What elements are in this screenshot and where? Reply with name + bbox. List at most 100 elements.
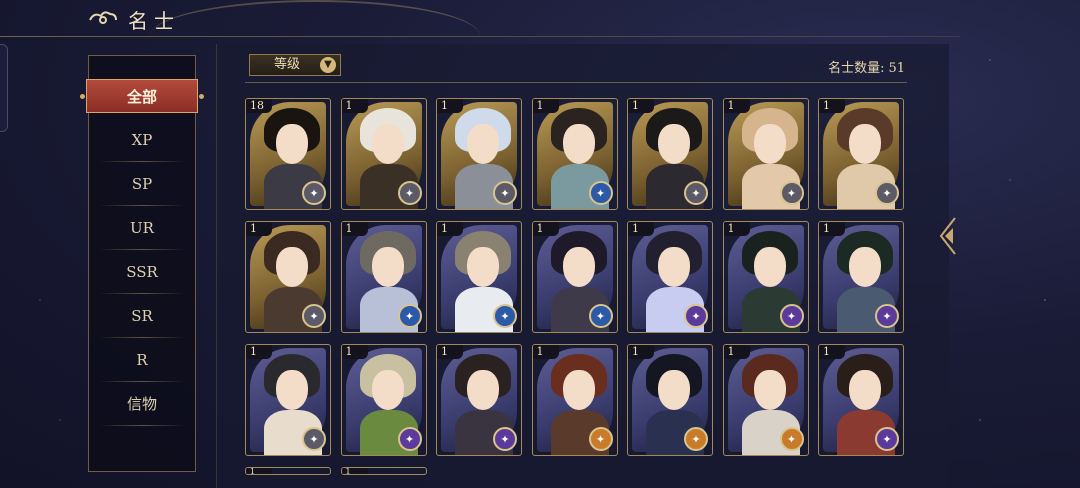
portrait-face bbox=[371, 370, 404, 410]
character-card-partial[interactable]: 1 bbox=[340, 467, 427, 475]
character-list-panel: 等级 ▼ 名士数量: 51 18 ✦ 1 ✦ 1 ✦ 1 ✦ 1 ✦ 1 ✦ 1 ✦ 1 ✦ 1 ✦ 1 ✦ 1 ✦ 1 ✦ 1 ✦… bbox=[216, 44, 949, 488]
filter-r[interactable]: R bbox=[99, 338, 185, 382]
skill-emblem-icon: ✦ bbox=[588, 181, 613, 205]
character-card-partial[interactable]: 1 bbox=[245, 467, 331, 475]
character-card[interactable]: 1 ✦ bbox=[245, 221, 331, 333]
skill-emblem-icon: ✦ bbox=[684, 427, 708, 451]
level-badge: 1 bbox=[437, 99, 463, 113]
header-ornament bbox=[150, 0, 480, 36]
character-card[interactable]: 1 ✦ bbox=[627, 98, 713, 210]
character-card[interactable]: 1 ✦ bbox=[818, 344, 904, 456]
portrait-face bbox=[562, 247, 595, 287]
filter-信物[interactable]: 信物 bbox=[99, 382, 185, 426]
character-card[interactable]: 1 ✦ bbox=[340, 98, 427, 210]
expand-arrow-icon[interactable] bbox=[937, 216, 957, 256]
character-card[interactable]: 1 ✦ bbox=[722, 98, 809, 210]
skill-emblem-icon: ✦ bbox=[397, 427, 422, 451]
skill-emblem-icon: ✦ bbox=[588, 427, 613, 451]
level-badge: 1 bbox=[341, 345, 368, 359]
level-badge: 1 bbox=[723, 345, 750, 359]
character-card[interactable]: 1 ✦ bbox=[722, 344, 809, 456]
collapse-tab[interactable] bbox=[0, 44, 8, 132]
skill-emblem-icon: ✦ bbox=[684, 181, 708, 205]
character-card[interactable]: 1 ✦ bbox=[436, 221, 522, 333]
portrait-face bbox=[658, 124, 690, 164]
character-count: 名士数量: 51 bbox=[824, 57, 905, 76]
skill-emblem-icon: ✦ bbox=[875, 304, 899, 328]
portrait-face bbox=[467, 370, 499, 410]
character-card[interactable]: 1 ✦ bbox=[436, 98, 522, 210]
skill-emblem-icon: ✦ bbox=[779, 427, 804, 451]
filter-ur[interactable]: UR bbox=[99, 206, 185, 250]
level-badge: 1 bbox=[246, 468, 272, 474]
level-badge: 1 bbox=[628, 222, 654, 236]
rarity-filter-panel: 全部 XP SP UR SSR SR R 信物 bbox=[80, 55, 204, 472]
skill-emblem-icon: ✦ bbox=[684, 304, 708, 328]
header-divider bbox=[0, 36, 960, 37]
portrait-face bbox=[467, 247, 499, 287]
portrait-face bbox=[658, 370, 690, 410]
level-badge: 1 bbox=[341, 99, 368, 113]
skill-emblem-icon: ✦ bbox=[397, 304, 422, 328]
level-badge: 1 bbox=[628, 345, 654, 359]
count-label: 名士数量: bbox=[828, 61, 885, 76]
level-badge: 1 bbox=[246, 222, 272, 236]
level-badge: 18 bbox=[246, 99, 272, 113]
level-badge: 1 bbox=[723, 99, 750, 113]
sort-dropdown[interactable]: 等级 ▼ bbox=[249, 54, 341, 76]
portrait-face bbox=[371, 124, 404, 164]
portrait-face bbox=[753, 370, 786, 410]
level-badge: 1 bbox=[341, 222, 368, 236]
skill-emblem-icon: ✦ bbox=[302, 304, 326, 328]
level-badge: 1 bbox=[819, 99, 845, 113]
filter-all[interactable]: 全部 bbox=[80, 79, 204, 113]
filter-sp[interactable]: SP bbox=[99, 162, 185, 206]
skill-emblem-icon: ✦ bbox=[302, 181, 326, 205]
character-card[interactable]: 1 ✦ bbox=[818, 98, 904, 210]
level-badge: 1 bbox=[723, 222, 750, 236]
chevron-down-icon: ▼ bbox=[320, 57, 336, 73]
level-badge: 1 bbox=[437, 222, 463, 236]
skill-emblem-icon: ✦ bbox=[875, 181, 899, 205]
character-card[interactable]: 1 ✦ bbox=[340, 221, 427, 333]
portrait-face bbox=[467, 124, 499, 164]
character-card[interactable]: 1 ✦ bbox=[722, 221, 809, 333]
character-card[interactable]: 1 ✦ bbox=[531, 221, 618, 333]
character-card[interactable]: 1 ✦ bbox=[818, 221, 904, 333]
character-card[interactable]: 18 ✦ bbox=[245, 98, 331, 210]
header: 名士 bbox=[0, 0, 1080, 40]
level-badge: 1 bbox=[819, 345, 845, 359]
skill-emblem-icon: ✦ bbox=[397, 181, 422, 205]
portrait-face bbox=[276, 370, 308, 410]
cloud-emblem-icon bbox=[89, 11, 117, 24]
page-title: 名士 bbox=[128, 9, 180, 33]
filter-ssr[interactable]: SSR bbox=[99, 250, 185, 294]
filter-xp[interactable]: XP bbox=[99, 118, 185, 162]
character-card[interactable]: 1 ✦ bbox=[340, 344, 427, 456]
skill-emblem-icon: ✦ bbox=[493, 304, 517, 328]
toolbar-divider bbox=[245, 82, 907, 83]
portrait-face bbox=[849, 247, 881, 287]
character-card[interactable]: 1 ✦ bbox=[245, 344, 331, 456]
portrait-face bbox=[562, 124, 595, 164]
level-badge: 1 bbox=[532, 345, 559, 359]
skill-emblem-icon: ✦ bbox=[779, 181, 804, 205]
portrait-face bbox=[276, 124, 308, 164]
portrait-face bbox=[753, 124, 786, 164]
character-card[interactable]: 1 ✦ bbox=[531, 98, 618, 210]
character-card[interactable]: 1 ✦ bbox=[436, 344, 522, 456]
skill-emblem-icon: ✦ bbox=[779, 304, 804, 328]
character-card[interactable]: 1 ✦ bbox=[627, 344, 713, 456]
character-card[interactable]: 1 ✦ bbox=[531, 344, 618, 456]
skill-emblem-icon: ✦ bbox=[875, 427, 899, 451]
skill-emblem-icon: ✦ bbox=[588, 304, 613, 328]
portrait-face bbox=[849, 370, 881, 410]
level-badge: 1 bbox=[437, 345, 463, 359]
level-badge: 1 bbox=[532, 99, 559, 113]
portrait-face bbox=[658, 247, 690, 287]
portrait-face bbox=[371, 247, 404, 287]
portrait-face bbox=[276, 247, 308, 287]
character-card[interactable]: 1 ✦ bbox=[627, 221, 713, 333]
filter-sr[interactable]: SR bbox=[99, 294, 185, 338]
portrait-face bbox=[562, 370, 595, 410]
